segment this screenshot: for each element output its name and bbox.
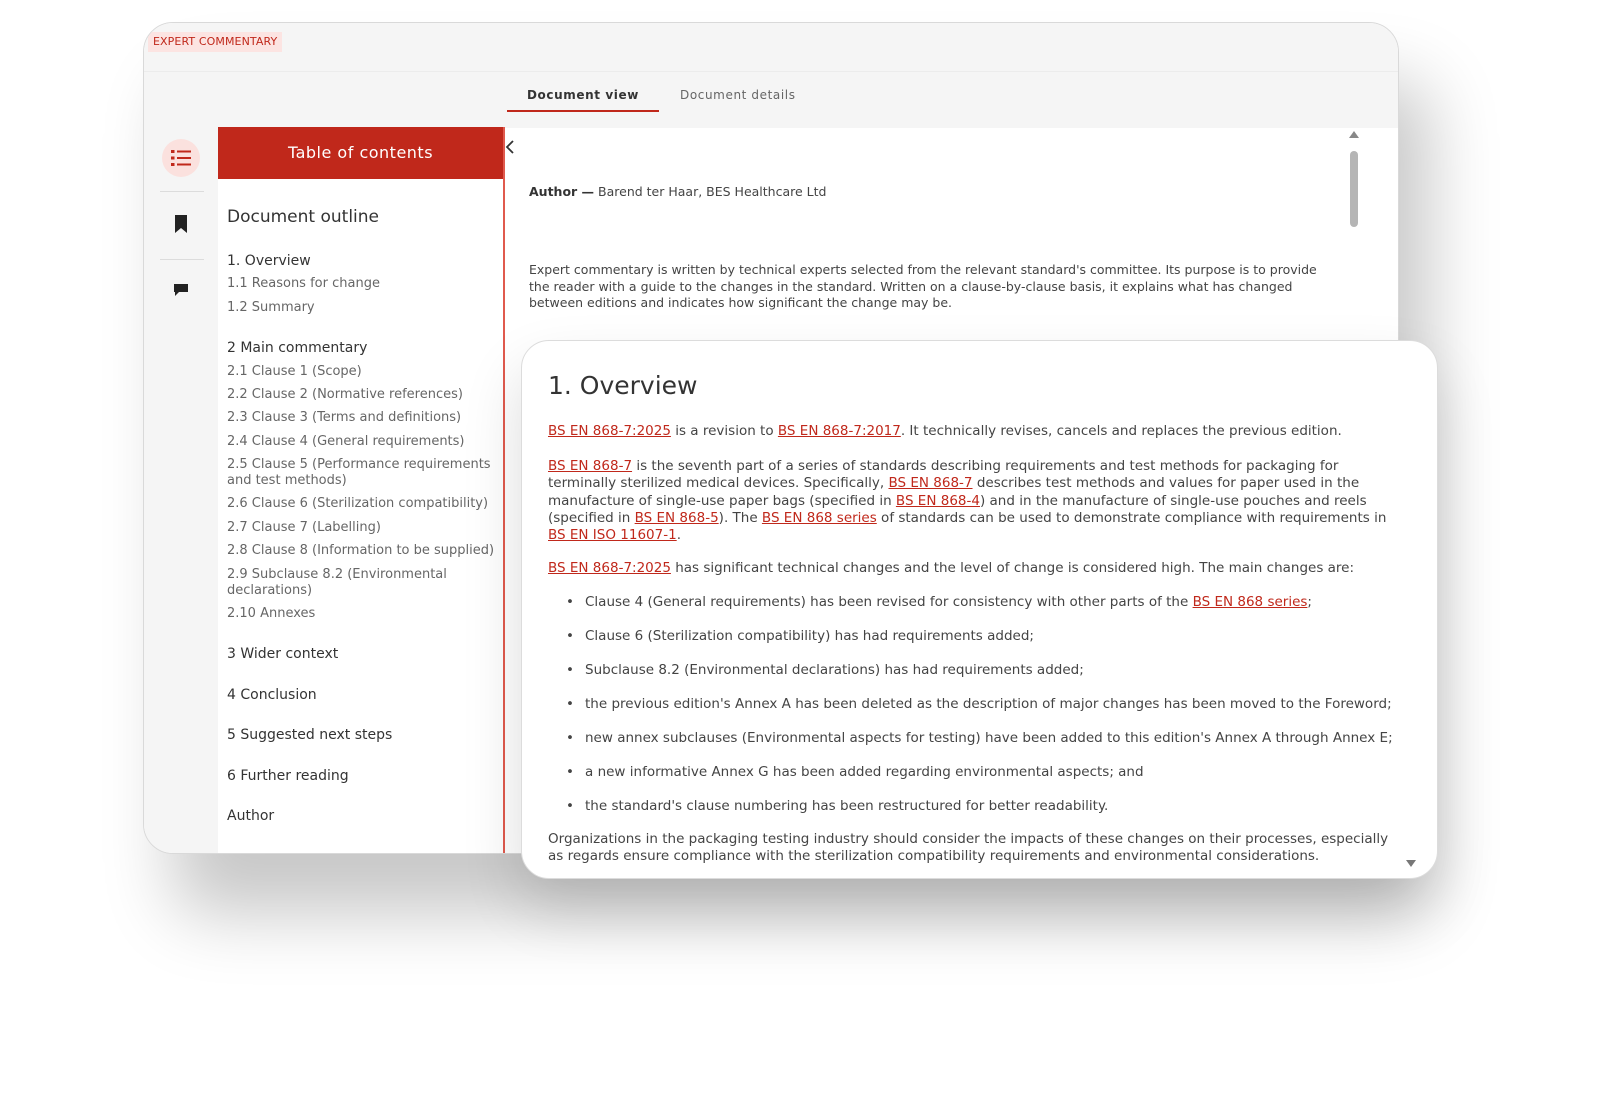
toc-item-annexes[interactable]: 2.10 Annexes — [227, 606, 495, 622]
intro-paragraph: Expert commentary is written by technica… — [529, 262, 1317, 310]
tab-document-details[interactable]: Document details — [660, 80, 816, 110]
toc-item-author[interactable]: Author — [227, 808, 495, 824]
change-list-item: Clause 6 (Sterilization compatibility) h… — [566, 628, 1415, 645]
overview-card: 1. Overview BS EN 868-7:2025 is a revisi… — [521, 340, 1438, 879]
toc-item-wider-context[interactable]: 3 Wider context — [227, 646, 495, 662]
paragraph-text: of standards can be used to demonstrate … — [876, 509, 1387, 526]
change-list-item: new annex subclauses (Environmental aspe… — [566, 730, 1415, 747]
change-list-item: a new informative Annex G has been added… — [566, 764, 1415, 781]
author-label: Author — — [529, 184, 595, 199]
bookmark-icon — [175, 215, 187, 233]
toc-item-summary[interactable]: 1.2 Summary — [227, 300, 495, 316]
change-list-item: Subclause 8.2 (Environmental declaration… — [566, 662, 1415, 679]
overview-paragraph-1: BS EN 868-7:2025 is a revision to BS EN … — [548, 423, 1393, 440]
overview-paragraph-3: BS EN 868-7:2025 has significant technic… — [548, 560, 1393, 577]
scroll-up-arrow[interactable] — [1349, 131, 1359, 138]
standard-link[interactable]: BS EN 868-7:2025 — [548, 423, 671, 439]
rail-divider — [160, 259, 204, 260]
comment-icon — [174, 284, 188, 296]
paragraph-text: is a revision to — [670, 423, 778, 439]
standard-link[interactable]: BS EN 868-5 — [635, 510, 719, 526]
comments-button[interactable] — [162, 271, 200, 309]
change-list-item: Clause 4 (General requirements) has been… — [566, 594, 1415, 611]
bullet-text: ; — [1307, 594, 1312, 610]
overview-closing-paragraph: Organizations in the packaging testing i… — [548, 831, 1389, 865]
toc-item-clause-5[interactable]: 2.5 Clause 5 (Performance requirements a… — [227, 457, 495, 489]
standard-link[interactable]: BS EN 868-4 — [896, 493, 980, 509]
expert-commentary-badge: EXPERT COMMENTARY — [148, 32, 283, 52]
toc-item-clause-4[interactable]: 2.4 Clause 4 (General requirements) — [227, 434, 495, 450]
standard-link[interactable]: BS EN 868 series — [1193, 594, 1308, 610]
toc-toggle-button[interactable] — [162, 139, 200, 177]
standard-link[interactable]: BS EN 868 series — [762, 510, 877, 526]
toc-item-conclusion[interactable]: 4 Conclusion — [227, 687, 495, 703]
tab-document-view[interactable]: Document view — [507, 80, 659, 112]
author-value: Barend ter Haar, BES Healthcare Ltd — [594, 184, 827, 199]
list-icon — [171, 150, 191, 166]
change-list-item: the standard's clause numbering has been… — [566, 798, 1415, 815]
standard-link[interactable]: BS EN 868-7:2025 — [548, 560, 671, 576]
toc-item-clause-2[interactable]: 2.2 Clause 2 (Normative references) — [227, 387, 495, 403]
toc-item-further-reading[interactable]: 6 Further reading — [227, 768, 495, 784]
toc-item-subclause-8-2[interactable]: 2.9 Subclause 8.2 (Environmental declara… — [227, 567, 495, 599]
scrollbar-thumb[interactable] — [1350, 151, 1358, 227]
standard-link[interactable]: BS EN 868-7:2017 — [778, 423, 901, 439]
standard-link[interactable]: BS EN ISO 11607-1 — [548, 527, 677, 543]
collapse-toc-button[interactable] — [504, 139, 522, 159]
toc-item-main-commentary[interactable]: 2 Main commentary — [227, 340, 495, 356]
bullet-text: Clause 4 (General requirements) has been… — [585, 594, 1193, 610]
paragraph-text: . It technically revises, cancels and re… — [900, 423, 1342, 439]
toc-item-reasons-for-change[interactable]: 1.1 Reasons for change — [227, 276, 495, 292]
overview-paragraph-2: BS EN 868-7 is the seventh part of a ser… — [548, 458, 1393, 544]
toc-item-overview[interactable]: 1. Overview — [227, 253, 495, 269]
window-header: EXPERT COMMENTARY — [144, 23, 1398, 71]
standard-link[interactable]: BS EN 868-7 — [548, 458, 632, 474]
toc-item-clause-8[interactable]: 2.8 Clause 8 (Information to be supplied… — [227, 543, 495, 559]
paragraph-text: . — [676, 527, 681, 544]
icon-rail — [144, 127, 218, 853]
bookmarks-button[interactable] — [162, 205, 200, 243]
standard-link[interactable]: BS EN 868-7 — [888, 475, 972, 491]
overview-heading: 1. Overview — [548, 371, 698, 400]
change-list-item: the previous edition's Annex A has been … — [566, 696, 1415, 713]
document-outline-heading: Document outline — [227, 207, 379, 227]
toc-item-clause-3[interactable]: 2.3 Clause 3 (Terms and definitions) — [227, 410, 495, 426]
toc-title: Table of contents — [218, 127, 503, 179]
tab-bar: Document view Document details — [144, 71, 1398, 128]
rail-divider — [160, 191, 204, 192]
toc-item-clause-1[interactable]: 2.1 Clause 1 (Scope) — [227, 364, 495, 380]
scroll-down-arrow[interactable] — [1406, 860, 1416, 867]
author-line: Author — Barend ter Haar, BES Healthcare… — [529, 184, 826, 199]
toc-item-clause-6[interactable]: 2.6 Clause 6 (Sterilization compatibilit… — [227, 496, 495, 512]
toc-item-suggested-next-steps[interactable]: 5 Suggested next steps — [227, 727, 495, 743]
paragraph-text: has significant technical changes and th… — [670, 560, 1355, 576]
chevron-left-icon — [505, 140, 514, 154]
table-of-contents-panel: Table of contents Document outline 1. Ov… — [218, 127, 505, 853]
toc-item-clause-7[interactable]: 2.7 Clause 7 (Labelling) — [227, 520, 495, 536]
paragraph-text: ). The — [718, 509, 762, 526]
